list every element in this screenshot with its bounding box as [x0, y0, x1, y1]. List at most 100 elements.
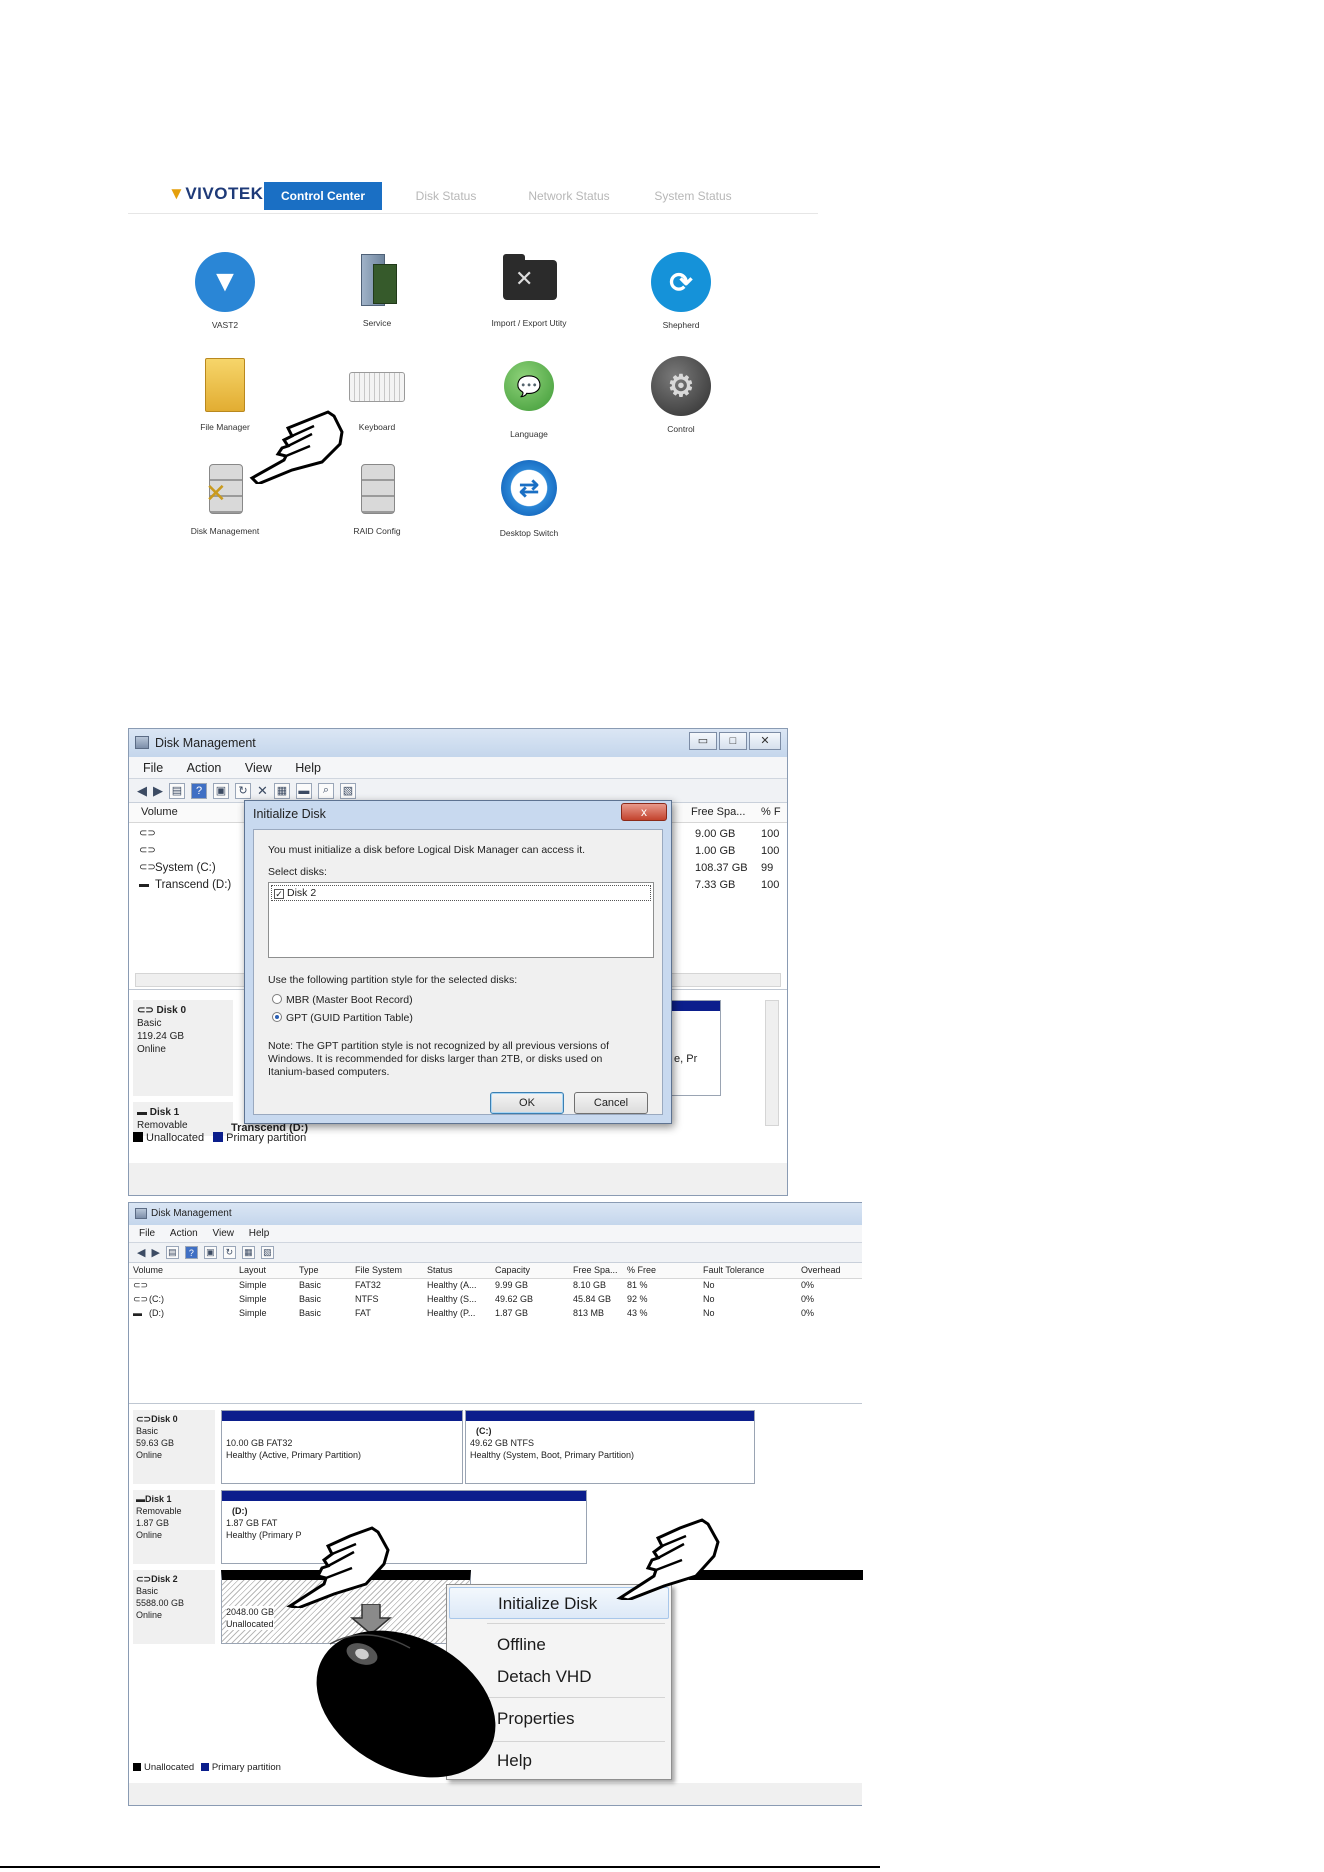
close-button[interactable]: ✕ — [749, 732, 781, 750]
disk-listbox[interactable]: ✓ Disk 2 — [268, 882, 654, 958]
delete-icon[interactable]: ✕ — [257, 783, 268, 799]
cc-item-vast2[interactable]: ▼ VAST2 — [155, 250, 295, 330]
col-free-space[interactable]: Free Spa... — [573, 1265, 618, 1275]
menu-bar: File Action View Help — [129, 1225, 862, 1243]
disk-2-info[interactable]: ⊂⊃Disk 2 Basic 5588.00 GB Online — [133, 1570, 215, 1644]
disk-1-partition-d[interactable]: (D:) 1.87 GB FAT Healthy (Primary P — [221, 1490, 587, 1564]
toolbar: ◀ ▶ ▤ ? ▣ ↻ ▦ ▧ — [129, 1243, 862, 1263]
table-row[interactable]: ⊂⊃ (C:) Simple Basic NTFS Healthy (S... 49.6… — [129, 1293, 862, 1307]
table-row[interactable]: ⊂⊃ Simple Basic FAT32 Healthy (A... 9.99 GB… — [129, 1279, 862, 1293]
cc-item-service[interactable]: Service — [307, 250, 447, 328]
vivotek-logo: ▼VIVOTEK — [168, 184, 264, 203]
list-item-disk-2[interactable]: ✓ Disk 2 — [271, 885, 651, 901]
removable-drive-icon: ▬ — [133, 1308, 142, 1318]
tab-system-status[interactable]: System Status — [638, 182, 748, 210]
mouse-right-click-icon — [316, 1604, 496, 1778]
menu-view[interactable]: View — [245, 761, 272, 775]
menu-view[interactable]: View — [212, 1228, 234, 1239]
page-divider — [0, 1866, 880, 1868]
menu-action[interactable]: Action — [170, 1228, 198, 1239]
tab-network-status[interactable]: Network Status — [514, 182, 624, 210]
refresh-icon[interactable]: ↻ — [222, 1246, 236, 1259]
vertical-scrollbar[interactable] — [765, 1000, 779, 1126]
drive-icon: ⊂⊃ — [139, 828, 156, 839]
col-free-space[interactable]: Free Spa... — [691, 806, 745, 818]
maximize-button[interactable]: □ — [719, 732, 747, 750]
export-icon[interactable]: ▧ — [339, 782, 356, 799]
partition-style-label: Use the following partition style for th… — [268, 974, 518, 986]
col-volume[interactable]: Volume — [141, 806, 178, 818]
col-type[interactable]: Type — [299, 1265, 319, 1275]
menu-file[interactable]: File — [139, 1228, 155, 1239]
help-icon[interactable]: ? — [184, 1246, 198, 1259]
properties-icon[interactable]: ▣ — [203, 1246, 217, 1259]
forward-icon[interactable]: ▶ — [151, 1246, 159, 1259]
initialize-disk-dialog: Initialize Disk x You must initialize a … — [244, 800, 672, 1124]
list-view-icon[interactable]: ▤ — [165, 1246, 179, 1259]
disk-0-partition-1[interactable]: 10.00 GB FAT32 Healthy (Active, Primary P… — [221, 1410, 463, 1484]
back-icon[interactable]: ◀ — [137, 1246, 145, 1259]
mbr-radio[interactable]: MBR (Master Boot Record) — [272, 994, 413, 1006]
cc-item-import-export[interactable]: ✕ Import / Export Utity — [459, 250, 599, 328]
tab-disk-status[interactable]: Disk Status — [396, 182, 496, 210]
col-status[interactable]: Status — [427, 1265, 453, 1275]
disk-1-info[interactable]: ▬ Disk 1 Removable — [133, 1102, 233, 1136]
window-titlebar: Disk Management ▭ □ ✕ — [129, 729, 787, 757]
tab-control-center[interactable]: Control Center — [264, 182, 382, 210]
drive-icon: ⊂⊃ — [133, 1294, 149, 1304]
raid-icon — [345, 458, 409, 522]
dialog-intro: You must initialize a disk before Logica… — [268, 844, 586, 856]
list-view-icon[interactable]: ▤ — [169, 782, 185, 799]
ok-button[interactable]: OK — [490, 1092, 564, 1114]
control-center-nav: ▼VIVOTEK Control Center Disk Status Netw… — [128, 178, 818, 214]
menu-action[interactable]: Action — [187, 761, 222, 775]
menu-help[interactable]: Help — [249, 1228, 270, 1239]
back-icon[interactable]: ◀ — [137, 783, 147, 799]
col-overhead[interactable]: Overhead — [801, 1265, 841, 1275]
cc-item-desktop-switch[interactable]: ⇄ Desktop Switch — [459, 458, 599, 538]
col-file-system[interactable]: File System — [355, 1265, 402, 1275]
col-volume[interactable]: Volume — [133, 1265, 163, 1275]
gpt-note: Note: The GPT partition style is not rec… — [268, 1040, 610, 1078]
disk-1-label: ▬Disk 1 — [136, 1494, 172, 1504]
properties-icon[interactable]: ▣ — [213, 782, 229, 799]
legend: Unallocated Primary partition — [133, 1762, 281, 1773]
forward-icon[interactable]: ▶ — [153, 783, 163, 799]
menu-file[interactable]: File — [143, 761, 163, 775]
gpt-radio[interactable]: GPT (GUID Partition Table) — [272, 1012, 413, 1024]
refresh-icon[interactable]: ↻ — [235, 782, 251, 799]
folder-icon[interactable]: ▬ — [295, 782, 312, 799]
drive-icon: ⊂⊃ — [133, 1280, 149, 1290]
open-icon[interactable]: ▦ — [241, 1246, 255, 1259]
disk-0-partition[interactable]: e, Pr — [669, 1000, 721, 1096]
legend: Unallocated Primary partition — [133, 1132, 306, 1144]
disk-1-info[interactable]: ▬Disk 1 Removable 1.87 GB Online — [133, 1490, 215, 1564]
disk-0-info[interactable]: ⊂⊃ Disk 0 Basic 119.24 GB Online — [133, 1000, 233, 1096]
cc-item-shepherd[interactable]: ⟳ Shepherd — [611, 250, 751, 330]
disk-0-info[interactable]: ⊂⊃Disk 0 Basic 59.63 GB Online — [133, 1410, 215, 1484]
col-percent-free[interactable]: % F — [761, 806, 781, 818]
gear-icon: ⚙ — [651, 356, 711, 416]
removable-drive-icon: ▬ — [139, 879, 149, 890]
desktop-switch-icon: ⇄ — [501, 460, 557, 516]
col-percent-free[interactable]: % Free — [627, 1265, 656, 1275]
menu-help[interactable]: Help — [295, 761, 321, 775]
col-capacity[interactable]: Capacity — [495, 1265, 530, 1275]
dialog-close-button[interactable]: x — [621, 803, 667, 821]
open-icon[interactable]: ▦ — [273, 782, 290, 799]
shepherd-icon: ⟳ — [651, 252, 711, 312]
search-icon[interactable]: ⌕ — [317, 782, 334, 799]
cc-item-control[interactable]: ⚙ Control — [611, 354, 751, 434]
cancel-button[interactable]: Cancel — [574, 1092, 648, 1114]
help-icon[interactable]: ? — [191, 782, 207, 799]
disk-2-checkbox[interactable]: ✓ — [274, 889, 284, 899]
cc-item-language[interactable]: 💬 Language — [459, 354, 599, 439]
disk-0-partition-c[interactable]: (C:) 49.62 GB NTFS Healthy (System, Boot,… — [465, 1410, 755, 1484]
col-layout[interactable]: Layout — [239, 1265, 266, 1275]
volume-table: Volume Layout Type File System Status Ca… — [129, 1263, 862, 1403]
pointing-hand-icon — [249, 410, 344, 484]
export-icon[interactable]: ▧ — [260, 1246, 274, 1259]
col-fault-tolerance[interactable]: Fault Tolerance — [703, 1265, 764, 1275]
table-row[interactable]: ▬ (D:) Simple Basic FAT Healthy (P... 1.87 G… — [129, 1307, 862, 1321]
minimize-button[interactable]: ▭ — [689, 732, 717, 750]
